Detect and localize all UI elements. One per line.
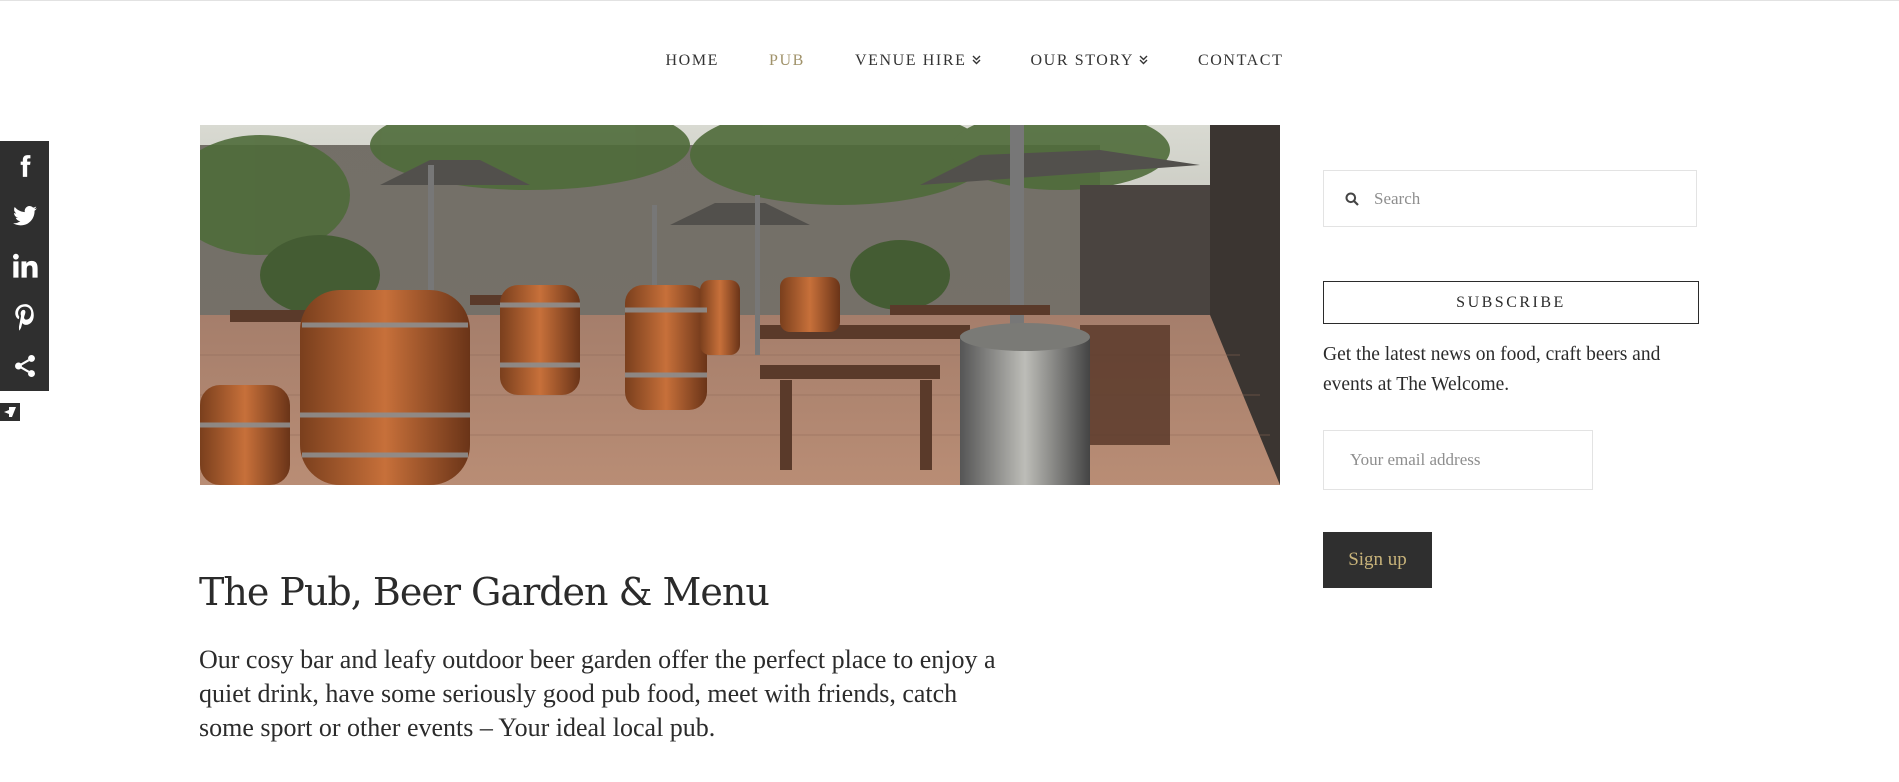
nav-venue-hire[interactable]: VENUE HIRE [855, 52, 981, 70]
nav-home-label: HOME [665, 52, 720, 69]
nav-pub-label: PUB [769, 52, 805, 69]
page-title: The Pub, Beer Garden & Menu [199, 570, 770, 614]
twitter-icon [12, 206, 37, 226]
intro-paragraph: Our cosy bar and leafy outdoor beer gard… [199, 645, 996, 742]
search-input[interactable] [1372, 187, 1676, 210]
subscribe-description: Get the latest news on food, craft beers… [1323, 344, 1661, 395]
social-collapse-toggle[interactable] [0, 403, 20, 421]
top-border [0, 0, 1899, 1]
more-share-button[interactable] [0, 341, 49, 391]
search-box [1323, 170, 1697, 227]
collapse-arrow-icon [4, 407, 16, 417]
pinterest-icon [14, 304, 34, 331]
linkedin-icon [12, 253, 38, 278]
chevron-down-icon [972, 55, 981, 68]
pinterest-share-button[interactable] [0, 291, 49, 341]
nav-contact-label: CONTACT [1197, 52, 1284, 69]
linkedin-share-button[interactable] [0, 241, 49, 291]
sign-up-button[interactable]: Sign up [1323, 532, 1432, 588]
nav-home[interactable]: HOME [666, 52, 720, 70]
nav-contact[interactable]: CONTACT [1198, 52, 1283, 70]
chevron-down-icon [1139, 55, 1148, 68]
main-nav: HOME PUB VENUE HIRE OUR STORY CONTACT [0, 52, 1899, 70]
search-icon [1332, 192, 1372, 206]
share-icon [14, 354, 35, 378]
nav-our-story[interactable]: OUR STORY [1031, 52, 1148, 70]
nav-our-story-label: OUR STORY [1030, 52, 1134, 69]
beer-garden-photo [200, 125, 1280, 485]
hero-image [200, 125, 1280, 485]
social-share-bar [0, 141, 49, 391]
nav-venue-hire-label: VENUE HIRE [854, 52, 967, 69]
email-field[interactable] [1323, 430, 1593, 490]
twitter-share-button[interactable] [0, 191, 49, 241]
subscribe-heading: SUBSCRIBE [1323, 281, 1699, 324]
facebook-icon [20, 155, 31, 177]
facebook-share-button[interactable] [0, 141, 49, 191]
nav-pub[interactable]: PUB [769, 52, 805, 70]
